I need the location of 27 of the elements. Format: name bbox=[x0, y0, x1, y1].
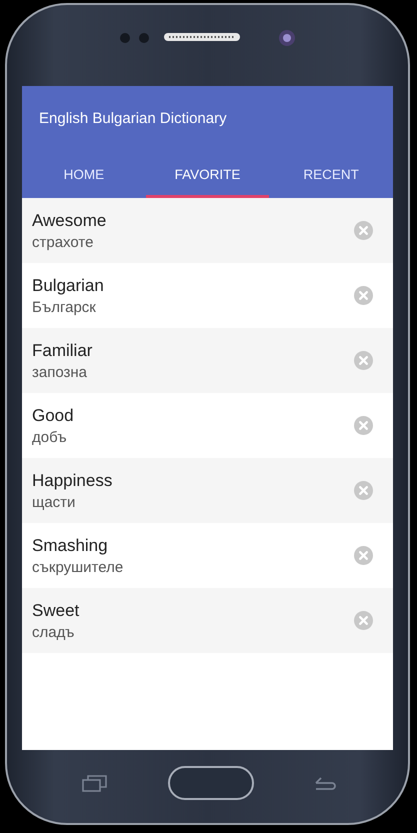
translation: сладъ bbox=[32, 624, 76, 640]
remove-icon[interactable] bbox=[354, 546, 373, 565]
remove-icon[interactable] bbox=[354, 611, 373, 630]
word: Sweet bbox=[32, 600, 80, 620]
translation: страхоте bbox=[32, 234, 94, 250]
translation: щасти bbox=[32, 494, 76, 510]
word: Bulgarian bbox=[32, 276, 105, 296]
translation: Българск bbox=[32, 298, 97, 316]
remove-icon[interactable] bbox=[354, 221, 373, 240]
tab[interactable]: RECENT bbox=[269, 150, 393, 198]
app-title: English Bulgarian Dictionary bbox=[39, 110, 227, 126]
remove-icon[interactable] bbox=[354, 416, 373, 435]
word: Smashing bbox=[32, 536, 109, 556]
remove-icon[interactable] bbox=[354, 351, 373, 370]
recent-apps-icon[interactable] bbox=[82, 774, 108, 792]
camera-icon bbox=[276, 28, 296, 48]
word: Awesome bbox=[32, 210, 108, 230]
word: Happiness bbox=[32, 470, 114, 490]
translation: съкрушителе bbox=[32, 558, 124, 576]
translation: добъ bbox=[32, 428, 68, 446]
word: Familiar bbox=[32, 340, 94, 360]
home-button[interactable] bbox=[168, 766, 254, 800]
tab[interactable]: HOME bbox=[22, 150, 146, 198]
remove-icon[interactable] bbox=[354, 481, 373, 500]
remove-icon[interactable] bbox=[354, 286, 373, 305]
translation: запозна bbox=[32, 364, 88, 380]
word: Good bbox=[32, 406, 75, 426]
